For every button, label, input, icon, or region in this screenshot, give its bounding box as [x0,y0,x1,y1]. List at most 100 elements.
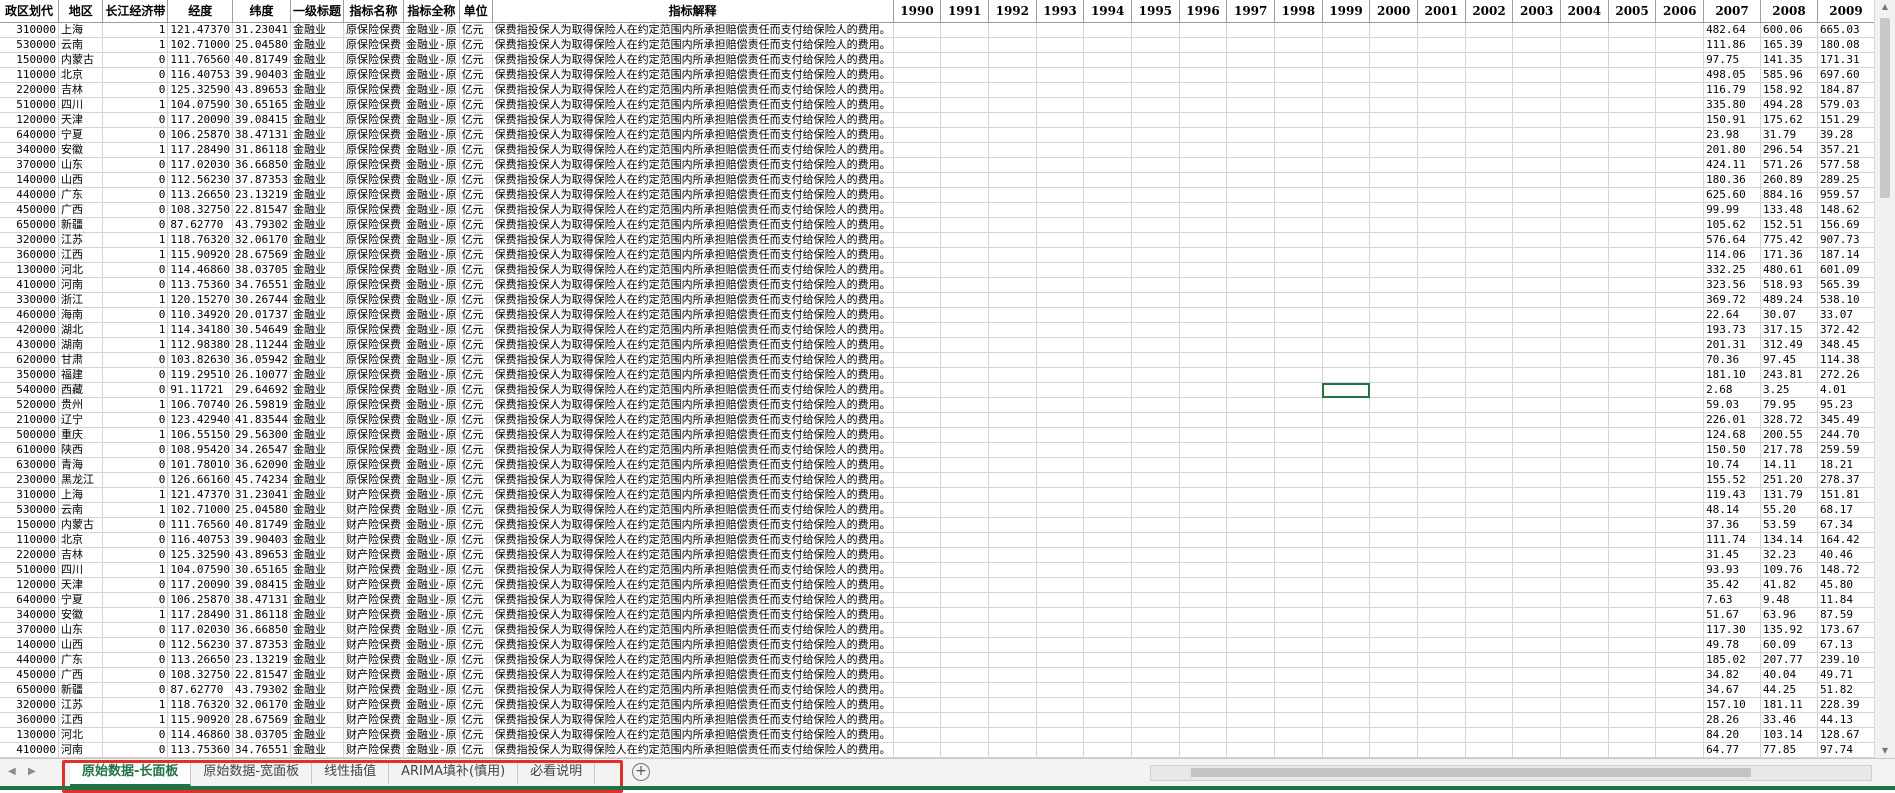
table-cell[interactable] [1226,562,1276,578]
table-cell[interactable] [940,622,989,638]
table-cell[interactable] [940,187,989,203]
table-cell[interactable] [1179,442,1228,458]
table-cell[interactable] [1369,682,1419,698]
table-cell[interactable] [1036,337,1085,353]
table-cell[interactable] [1608,442,1657,458]
table-cell[interactable]: 新疆 [58,682,104,698]
table-cell[interactable] [1369,232,1419,248]
column-header[interactable]: 单位 [459,0,493,23]
table-cell[interactable] [1274,292,1323,308]
table-cell[interactable] [1274,532,1323,548]
table-cell[interactable] [1322,187,1371,203]
table-cell[interactable] [1322,577,1371,593]
table-cell[interactable] [1036,682,1085,698]
table-cell[interactable]: 原保险保费 [343,187,405,203]
table-cell[interactable]: 亿元 [459,37,493,53]
table-cell[interactable] [940,712,989,728]
table-cell[interactable]: 0 [102,637,169,653]
table-cell[interactable] [1179,472,1228,488]
table-cell[interactable]: 101.78010 [167,457,234,473]
table-cell[interactable]: 63.96 [1760,607,1818,623]
table-cell[interactable]: 289.25 [1817,172,1875,188]
table-cell[interactable] [1560,232,1609,248]
table-cell[interactable] [1226,97,1276,113]
table-cell[interactable] [1226,727,1276,743]
table-cell[interactable]: 111.74 [1703,532,1761,548]
table-cell[interactable]: 云南 [58,502,104,518]
table-cell[interactable] [1417,352,1466,368]
table-cell[interactable]: 财产险保费 [343,532,405,548]
table-cell[interactable]: 金融业-原 [403,472,460,488]
table-cell[interactable] [1322,472,1371,488]
table-cell[interactable] [1226,217,1276,233]
table-cell[interactable] [1465,292,1514,308]
table-cell[interactable] [988,97,1037,113]
table-cell[interactable]: 财产险保费 [343,682,405,698]
table-cell[interactable] [940,307,989,323]
table-cell[interactable] [988,202,1037,218]
table-cell[interactable]: 43.79302 [232,217,291,233]
table-cell[interactable]: 410000 [0,277,59,293]
table-cell[interactable]: 25.04580 [232,502,291,518]
table-cell[interactable]: 金融业-原 [403,622,460,638]
table-cell[interactable]: 116.40753 [167,67,234,83]
table-cell[interactable]: 36.62090 [232,457,291,473]
table-cell[interactable]: 财产险保费 [343,622,405,638]
table-cell[interactable] [1226,682,1276,698]
table-cell[interactable] [1274,112,1323,128]
table-cell[interactable]: 河北 [58,727,104,743]
table-cell[interactable] [1560,442,1609,458]
table-cell[interactable] [1512,142,1562,158]
table-cell[interactable] [1560,172,1609,188]
table-cell[interactable] [1465,742,1514,758]
table-cell[interactable]: 31.23041 [232,487,291,503]
table-cell[interactable]: 广西 [58,667,104,683]
table-cell[interactable] [1512,187,1562,203]
table-cell[interactable] [1560,202,1609,218]
table-cell[interactable] [1131,457,1180,473]
table-cell[interactable] [1083,202,1132,218]
table-cell[interactable] [1322,547,1371,563]
table-cell[interactable]: 金融业-原 [403,187,460,203]
table-cell[interactable] [1083,697,1132,713]
table-cell[interactable] [1465,487,1514,503]
table-cell[interactable]: 上海 [58,22,104,38]
table-cell[interactable] [1274,127,1323,143]
table-cell[interactable]: 亿元 [459,127,493,143]
table-cell[interactable] [1512,727,1562,743]
table-cell[interactable] [1512,547,1562,563]
table-cell[interactable] [1655,52,1705,68]
table-cell[interactable] [1131,712,1180,728]
table-cell[interactable]: 37.87353 [232,637,291,653]
table-cell[interactable]: 原保险保费 [343,202,405,218]
table-cell[interactable] [893,412,942,428]
table-cell[interactable]: 金融业-原 [403,82,460,98]
table-cell[interactable]: 259.59 [1817,442,1875,458]
table-cell[interactable] [988,277,1037,293]
table-cell[interactable]: 106.25870 [167,592,234,608]
table-cell[interactable] [940,592,989,608]
table-cell[interactable] [1369,727,1419,743]
table-cell[interactable] [1226,652,1276,668]
table-cell[interactable]: 湖北 [58,322,104,338]
table-cell[interactable]: 20.01737 [232,307,291,323]
table-cell[interactable] [940,412,989,428]
table-cell[interactable] [1274,457,1323,473]
table-cell[interactable] [988,592,1037,608]
table-cell[interactable] [940,142,989,158]
table-cell[interactable]: 111.76560 [167,52,234,68]
table-cell[interactable]: 金融业 [290,712,345,728]
table-cell[interactable]: 亿元 [459,562,493,578]
table-cell[interactable]: 亿元 [459,697,493,713]
table-cell[interactable]: 保费指投保人为取得保险人在约定范围内所承担赔偿责任而支付给保险人的费用。 [492,532,894,548]
table-cell[interactable]: 113.75360 [167,277,234,293]
table-cell[interactable] [1226,172,1276,188]
table-cell[interactable] [1083,682,1132,698]
table-cell[interactable] [893,52,942,68]
table-cell[interactable] [940,502,989,518]
table-cell[interactable]: 113.26650 [167,187,234,203]
table-cell[interactable] [1083,502,1132,518]
table-cell[interactable] [1274,52,1323,68]
table-cell[interactable] [1131,97,1180,113]
table-cell[interactable]: 河南 [58,742,104,758]
